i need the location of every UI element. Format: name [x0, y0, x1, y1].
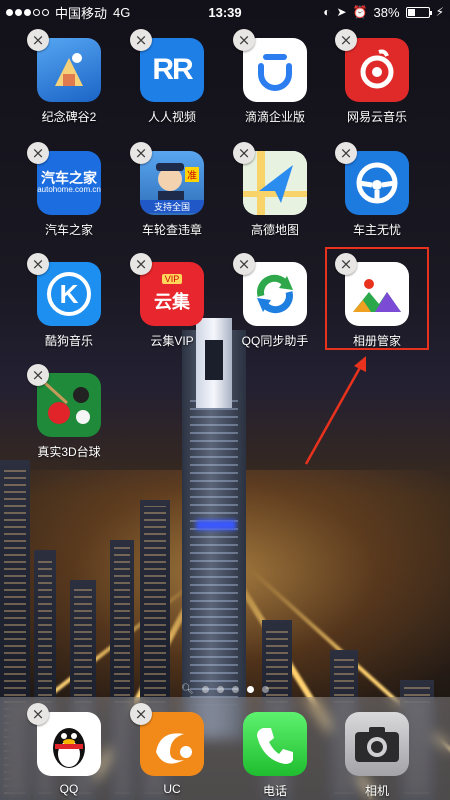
app-label: 相册管家 — [352, 334, 401, 348]
delete-app-button[interactable]: × — [130, 142, 152, 164]
delete-app-button[interactable]: × — [233, 29, 255, 51]
delete-app-button[interactable]: × — [335, 253, 357, 275]
app-album-manager[interactable]: × 相册管家 — [327, 253, 427, 349]
netease-music-icon — [345, 38, 409, 102]
app-snooker[interactable]: × 真实3D台球 — [19, 364, 119, 460]
app-yunji-vip[interactable]: × VIP 云集 云集VIP — [122, 253, 222, 349]
app-phone[interactable]: 电话 — [225, 712, 325, 799]
app-label: 高德地图 — [250, 223, 299, 237]
app-label: 滴滴企业版 — [244, 110, 305, 124]
traffic-violation-icon: 准 支持全国 — [140, 151, 204, 215]
alarm-icon: ⏰ — [352, 5, 368, 19]
qq-sync-icon — [243, 262, 307, 326]
app-camera[interactable]: 相机 — [327, 712, 427, 799]
app-label: 车主无忧 — [352, 223, 401, 237]
autohome-icon: 汽车之家 autohome.com.cn — [37, 151, 101, 215]
delete-app-button[interactable]: × — [27, 29, 49, 51]
page-dot — [216, 686, 224, 693]
location-icon: ➤ — [336, 5, 347, 19]
app-traffic-violation[interactable]: × 准 支持全国 车轮查违章 — [122, 142, 222, 238]
app-label: 汽车之家 — [44, 223, 93, 237]
album-manager-icon — [345, 262, 409, 326]
camera-icon — [345, 712, 409, 776]
didi-icon — [243, 38, 307, 102]
app-car-owner[interactable]: × 车主无忧 — [327, 142, 427, 238]
delete-app-button[interactable]: × — [27, 253, 49, 275]
app-label: 酷狗音乐 — [44, 334, 93, 348]
qq-penguin-icon — [37, 712, 101, 776]
renren-video-icon: RR — [140, 38, 204, 102]
steering-wheel-icon — [345, 151, 409, 215]
app-monument-valley-2[interactable]: × 纪念碑谷2 — [19, 29, 119, 125]
delete-app-button[interactable]: × — [27, 364, 49, 386]
app-label: UC — [163, 782, 181, 796]
delete-app-button[interactable]: × — [27, 703, 49, 725]
snooker-icon — [37, 373, 101, 437]
charging-icon: ⚡ — [435, 5, 444, 19]
app-kugou[interactable]: × K 酷狗音乐 — [19, 253, 119, 349]
app-amap[interactable]: × 高德地图 — [225, 142, 325, 238]
phone-icon — [243, 712, 307, 776]
delete-app-button[interactable]: × — [335, 29, 357, 51]
app-qq-sync[interactable]: × QQ同步助手 — [225, 253, 325, 349]
delete-app-button[interactable]: × — [130, 703, 152, 725]
amap-icon — [243, 151, 307, 215]
signal-strength-icon — [6, 8, 49, 16]
app-label: 网易云音乐 — [346, 110, 407, 124]
battery-icon — [405, 6, 432, 18]
app-netease-music[interactable]: × 网易云音乐 — [327, 29, 427, 125]
app-label: 相机 — [364, 784, 389, 798]
app-label: 车轮查违章 — [141, 223, 202, 237]
app-label: 真实3D台球 — [37, 445, 101, 459]
delete-app-button[interactable]: × — [233, 142, 255, 164]
page-dot-active — [246, 686, 254, 693]
app-didi-enterprise[interactable]: × 滴滴企业版 — [225, 29, 325, 125]
carrier-name: 中国移动 — [55, 5, 108, 21]
orientation-lock-icon: ◐ — [323, 5, 331, 19]
app-label: QQ同步助手 — [241, 334, 309, 348]
app-renren-video[interactable]: × RR 人人视频 — [122, 29, 222, 125]
spotlight-search-icon: 🔍︎ — [181, 684, 194, 695]
uc-browser-icon — [140, 712, 204, 776]
page-indicator[interactable]: 🔍︎ — [0, 684, 450, 695]
delete-app-button[interactable]: × — [130, 29, 152, 51]
app-label: QQ — [59, 782, 79, 796]
status-bar: 中国移动 4G 13:39 ◐ ➤ ⏰ 38% ⚡ — [0, 0, 450, 24]
delete-app-button[interactable]: × — [27, 142, 49, 164]
kugou-icon: K — [37, 262, 101, 326]
app-uc-browser[interactable]: × UC — [122, 703, 222, 796]
app-label: 云集VIP — [150, 334, 194, 348]
page-dot — [261, 686, 269, 693]
battery-percent: 38% — [373, 4, 400, 20]
monument-valley-icon — [37, 38, 101, 102]
app-label: 电话 — [262, 784, 287, 798]
delete-app-button[interactable]: × — [335, 142, 357, 164]
page-dot — [231, 686, 239, 693]
app-autohome[interactable]: × 汽车之家 autohome.com.cn 汽车之家 — [19, 142, 119, 238]
network-type: 4G — [113, 4, 131, 20]
delete-app-button[interactable]: × — [130, 253, 152, 275]
delete-app-button[interactable]: × — [233, 253, 255, 275]
app-qq[interactable]: × QQ — [19, 703, 119, 796]
app-label: 人人视频 — [147, 110, 196, 124]
clock: 13:39 — [208, 4, 242, 20]
page-dot — [201, 686, 209, 693]
app-label: 纪念碑谷2 — [41, 110, 97, 124]
yunji-icon: VIP 云集 — [140, 262, 204, 326]
svg-text:K: K — [60, 279, 79, 309]
